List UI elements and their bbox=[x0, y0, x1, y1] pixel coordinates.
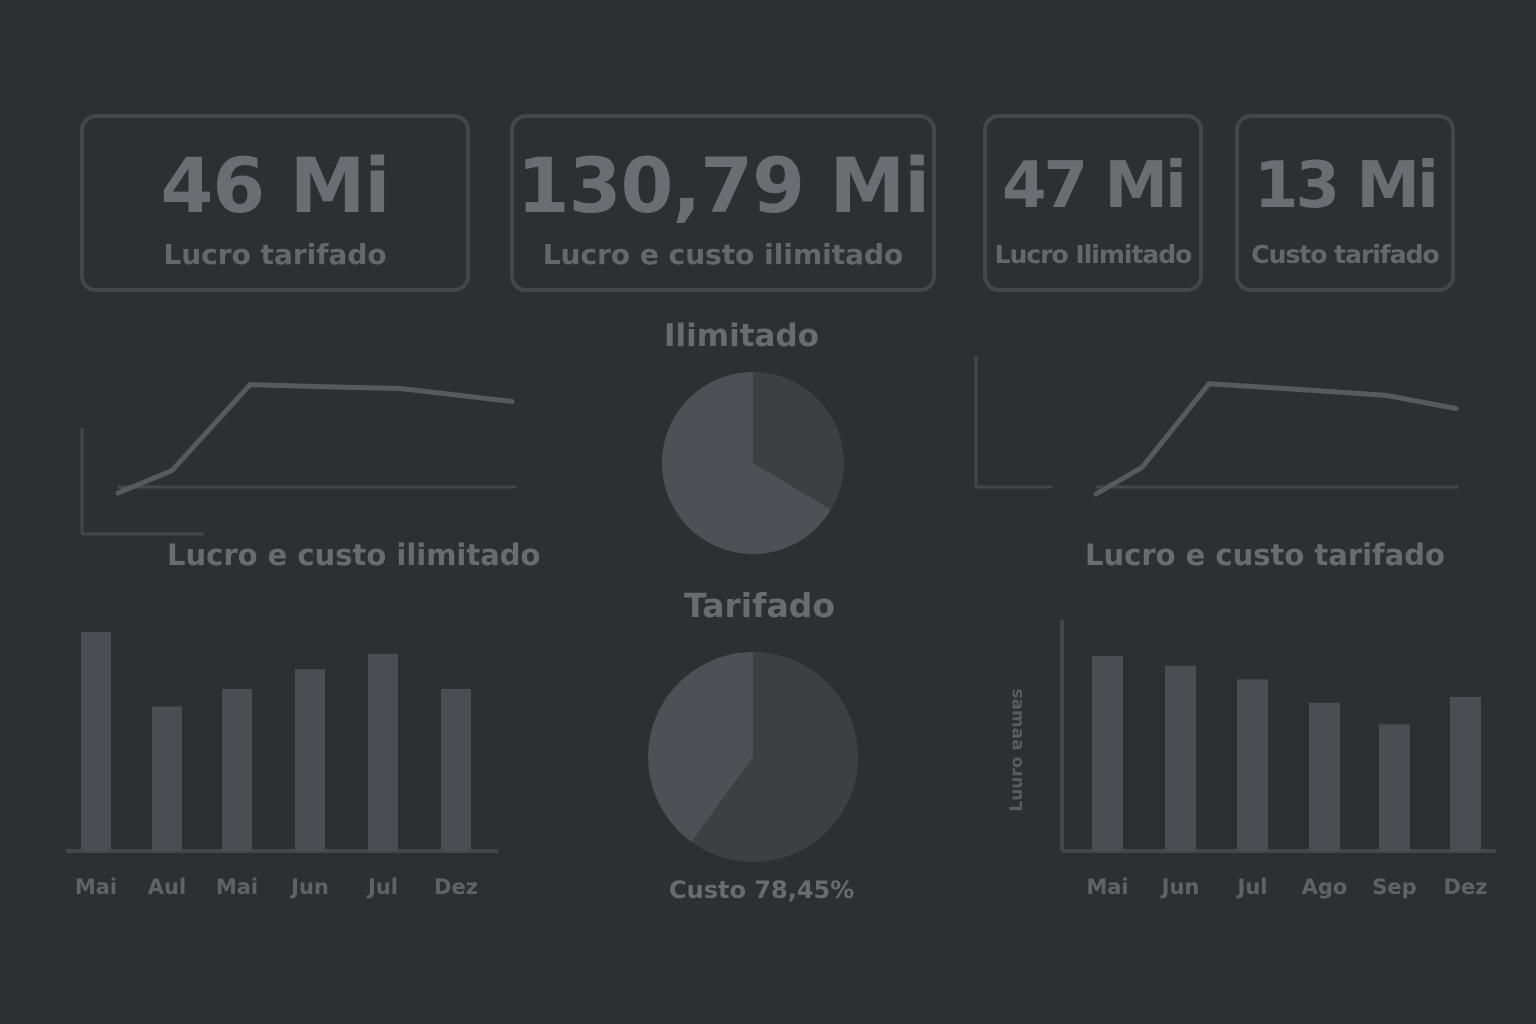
bar[interactable] bbox=[441, 688, 471, 851]
pie-top bbox=[661, 372, 844, 554]
bar-tick-label: Dez bbox=[1444, 875, 1488, 899]
bar[interactable] bbox=[1379, 724, 1410, 852]
bar-tick-label: Mai bbox=[216, 875, 258, 899]
bar-tick-label: Aul bbox=[148, 875, 186, 899]
bar-right-y-label: Luuro ɐɐɯɐs bbox=[1007, 688, 1027, 811]
dashboard: 46 Mi Lucro tarifado 130,79 Mi Lucro e c… bbox=[0, 0, 1536, 1024]
bar-tick-label: Jul bbox=[366, 875, 398, 899]
bar-right-chart: Mai Jun Jul Ago Sep Dez bbox=[1086, 656, 1487, 899]
bar-tick-label: Jun bbox=[289, 875, 329, 899]
bar-tick-label: Sep bbox=[1372, 875, 1416, 899]
bar[interactable] bbox=[81, 632, 111, 851]
bar[interactable] bbox=[152, 706, 182, 852]
line-right-series bbox=[1093, 381, 1459, 497]
bar[interactable] bbox=[368, 653, 398, 851]
bar[interactable] bbox=[222, 688, 252, 851]
pie-bottom bbox=[648, 651, 859, 862]
bar[interactable] bbox=[1092, 656, 1123, 851]
bar[interactable] bbox=[295, 669, 325, 851]
charts-layer: Mai Aul Mai Jun Jul Dez Mai Jun Jul Ago Sep Dez Lu… bbox=[66, 356, 1496, 899]
bar-tick-label: Ago bbox=[1302, 875, 1348, 899]
bar-tick-label: Jul bbox=[1236, 875, 1268, 899]
bar[interactable] bbox=[1450, 697, 1481, 852]
bar-tick-label: Jun bbox=[1160, 875, 1200, 899]
bar-left-chart: Mai Aul Mai Jun Jul Dez bbox=[75, 632, 478, 899]
bar[interactable] bbox=[1237, 679, 1268, 851]
bar-tick-label: Mai bbox=[1086, 875, 1128, 899]
bar-tick-label: Dez bbox=[434, 875, 478, 899]
bar-tick-label: Mai bbox=[75, 875, 117, 899]
bar[interactable] bbox=[1309, 702, 1340, 851]
line-left-series bbox=[115, 382, 515, 496]
bar[interactable] bbox=[1165, 665, 1196, 852]
